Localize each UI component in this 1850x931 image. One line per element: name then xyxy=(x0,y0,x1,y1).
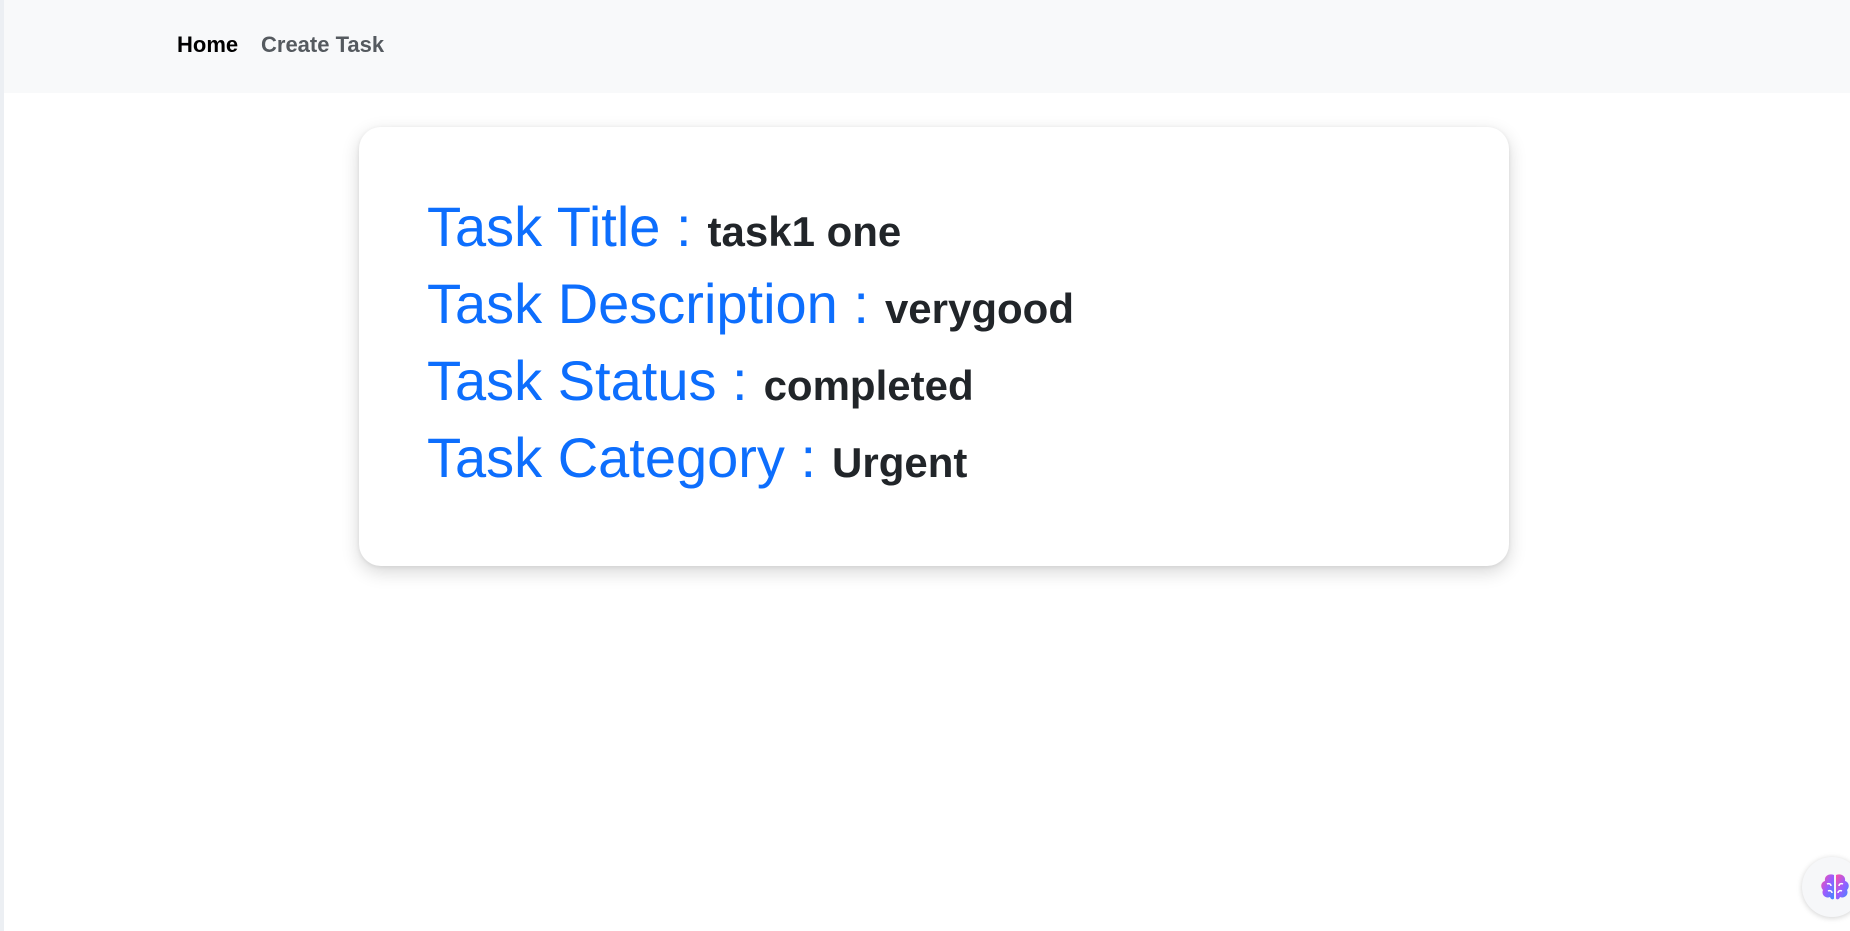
nav-create-task-link[interactable]: Create Task xyxy=(261,32,384,58)
task-category-value: Urgent xyxy=(832,439,968,486)
task-category-row: Task Category : Urgent xyxy=(427,426,967,495)
task-description-value: verygood xyxy=(884,285,1074,332)
task-title-row: Task Title : task1 one xyxy=(427,195,901,264)
task-status-value: completed xyxy=(763,362,974,409)
task-category-label: Task Category : xyxy=(427,426,817,489)
task-status-row: Task Status : completed xyxy=(427,349,974,418)
app-window: Home Create Task Task Title : task1 one T… xyxy=(0,0,1850,931)
task-title-value: task1 one xyxy=(707,208,902,255)
task-title-label: Task Title : xyxy=(427,195,692,258)
task-description-label: Task Description : xyxy=(427,272,869,335)
top-navbar: Home Create Task xyxy=(4,0,1850,93)
nav-home-link[interactable]: Home xyxy=(177,32,238,58)
task-status-label: Task Status : xyxy=(427,349,748,412)
task-description-row: Task Description : verygood xyxy=(427,272,1074,341)
task-detail-card: Task Title : task1 one Task Description :… xyxy=(359,127,1509,566)
assistant-floating-button[interactable] xyxy=(1802,857,1850,917)
